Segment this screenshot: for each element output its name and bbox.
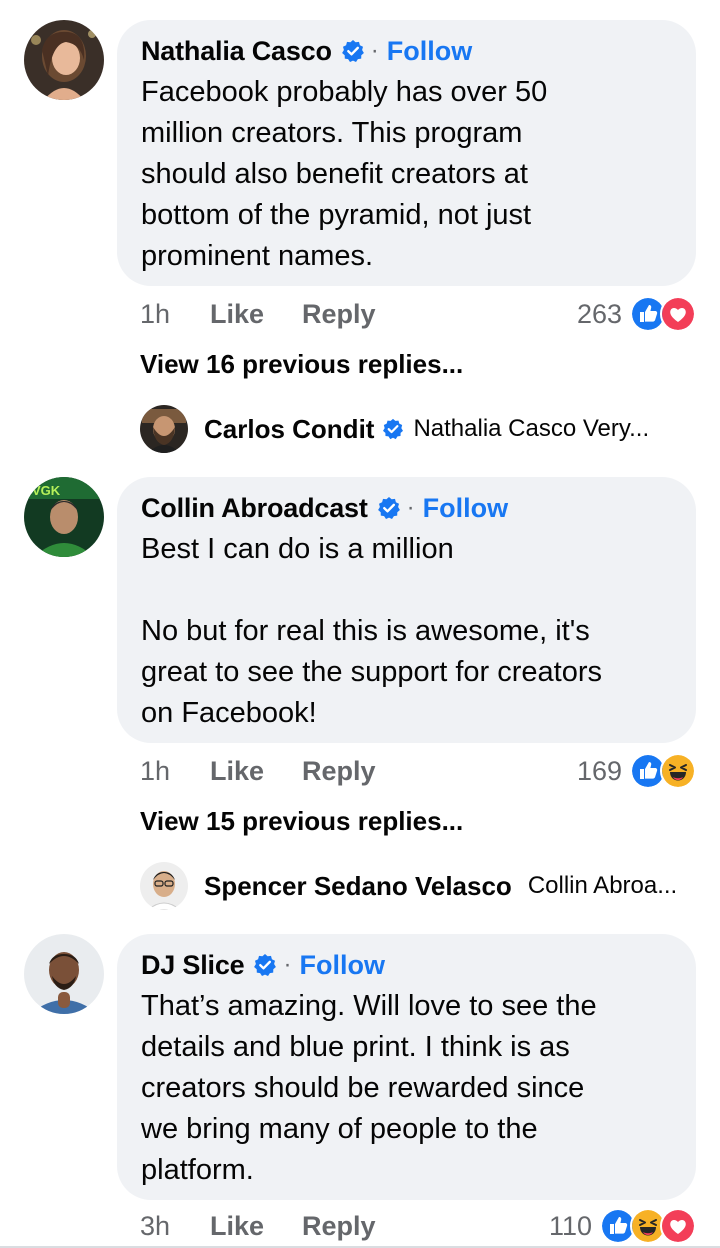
- reaction-count: 110: [548, 1210, 592, 1241]
- reply-snippet: Collin Abroa...: [527, 872, 678, 899]
- love-icon: [660, 296, 696, 332]
- comment-bubble: Nathalia Casco · Follow Facebook probabl…: [117, 20, 696, 286]
- author-name[interactable]: Collin Abroadcast: [141, 493, 368, 524]
- reaction-count: 169: [576, 755, 622, 786]
- latest-reply[interactable]: Spencer Sedano Velasco Collin Abroa...: [140, 861, 677, 911]
- author-name[interactable]: Nathalia Casco: [141, 36, 332, 67]
- reply-author-name[interactable]: Carlos Condit: [204, 414, 374, 445]
- comment-actions: 3h Like Reply 110: [140, 1206, 696, 1246]
- verified-badge-icon: [341, 39, 365, 63]
- comment-bubble: Collin Abroadcast · Follow Best I can do…: [117, 477, 696, 743]
- follow-button[interactable]: Follow: [387, 36, 472, 67]
- timestamp[interactable]: 1h: [140, 299, 210, 330]
- avatar[interactable]: [24, 20, 104, 100]
- reaction-summary[interactable]: 263: [577, 296, 696, 332]
- comment-text: Best I can do is a million No but for re…: [141, 533, 603, 729]
- follow-button[interactable]: Follow: [299, 950, 384, 981]
- like-button[interactable]: Like: [210, 756, 302, 787]
- latest-reply[interactable]: Carlos Condit Nathalia Casco Very...: [140, 404, 649, 454]
- timestamp[interactable]: 3h: [140, 1211, 210, 1242]
- verified-badge-icon: [382, 418, 404, 440]
- view-previous-replies[interactable]: View 15 previous replies...: [140, 806, 463, 837]
- view-previous-replies[interactable]: View 16 previous replies...: [140, 349, 463, 380]
- avatar[interactable]: [140, 405, 188, 453]
- comment-actions: 1h Like Reply 169: [140, 751, 696, 791]
- reply-button[interactable]: Reply: [302, 299, 376, 330]
- avatar[interactable]: [140, 862, 188, 910]
- svg-text:VGK: VGK: [32, 483, 61, 498]
- reply-snippet: Nathalia Casco Very...: [413, 415, 650, 442]
- reaction-summary[interactable]: 110: [549, 1208, 696, 1244]
- comment-actions: 1h Like Reply 263: [140, 294, 696, 334]
- separator-dot: ·: [406, 494, 415, 521]
- reply-author-name[interactable]: Spencer Sedano Velasco: [204, 871, 512, 902]
- timestamp[interactable]: 1h: [140, 756, 210, 787]
- comment-bubble: DJ Slice · Follow That’s amazing. Will l…: [117, 934, 696, 1200]
- reply-button[interactable]: Reply: [302, 756, 376, 787]
- reply-button[interactable]: Reply: [302, 1211, 376, 1242]
- follow-button[interactable]: Follow: [423, 493, 508, 524]
- verified-badge-icon: [253, 953, 277, 977]
- love-icon: [660, 1208, 696, 1244]
- haha-icon: [660, 753, 696, 789]
- avatar[interactable]: VGK: [24, 477, 104, 557]
- author-name[interactable]: DJ Slice: [141, 950, 245, 981]
- avatar[interactable]: [24, 934, 104, 1014]
- reaction-summary[interactable]: 169: [577, 753, 696, 789]
- separator-dot: ·: [283, 951, 292, 978]
- like-button[interactable]: Like: [210, 299, 302, 330]
- comment-text: That’s amazing. Will love to see the det…: [141, 990, 597, 1186]
- comment-text: Facebook probably has over 50 million cr…: [141, 76, 548, 272]
- verified-badge-icon: [377, 496, 401, 520]
- reaction-count: 263: [576, 298, 622, 329]
- separator-dot: ·: [370, 37, 379, 64]
- like-button[interactable]: Like: [210, 1211, 302, 1242]
